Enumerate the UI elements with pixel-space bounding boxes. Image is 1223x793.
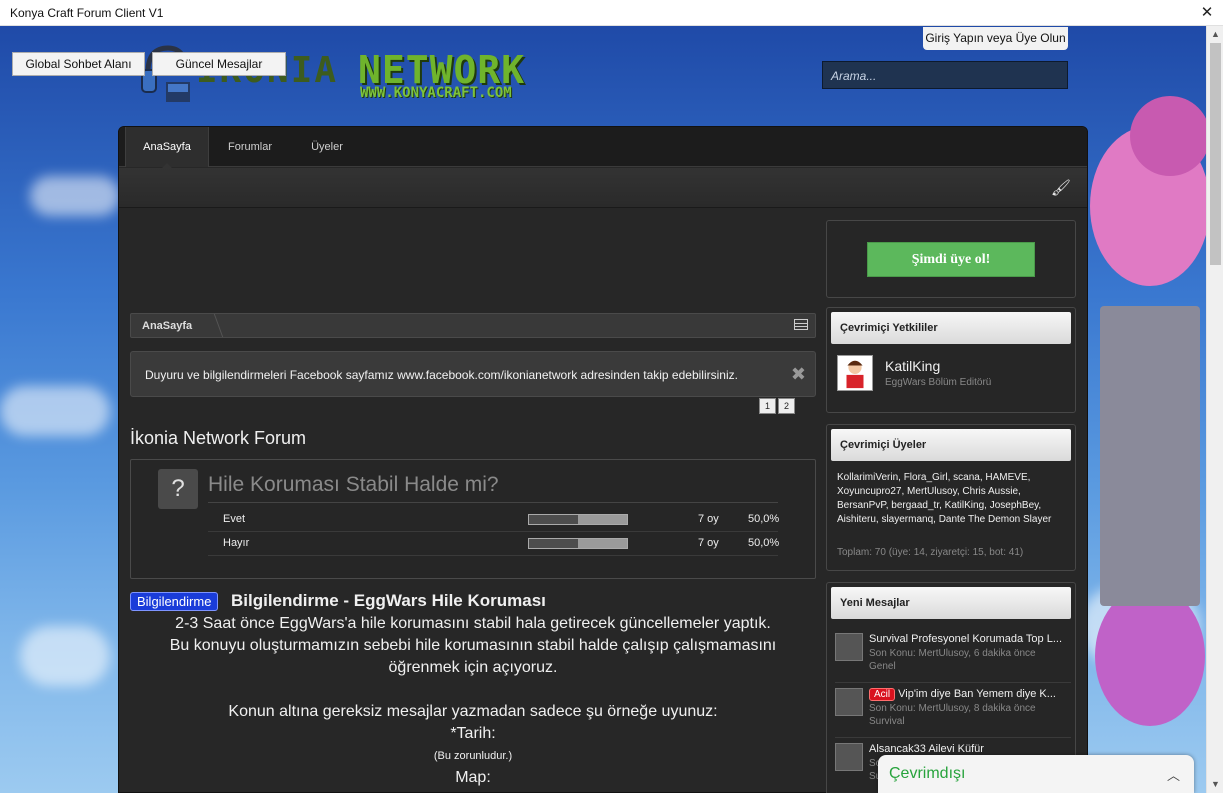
notice-text: Duyuru ve bilgilendirmeleri Facebook say… bbox=[145, 368, 738, 382]
poll-option-label: Evet bbox=[223, 513, 246, 525]
avatar[interactable] bbox=[835, 743, 863, 771]
dismiss-notice-icon[interactable]: ✖ bbox=[791, 364, 806, 385]
post-line: Bu konuyu oluşturmamızın sebebi hile kor… bbox=[169, 637, 777, 654]
online-staff-heading: Çevrimiçi Yetkililer bbox=[831, 312, 1071, 344]
poll-option-percent: 50,0% bbox=[748, 537, 780, 549]
poll-option-label: Hayır bbox=[223, 537, 250, 549]
new-messages-heading: Yeni Mesajlar bbox=[831, 587, 1071, 619]
poll-question: Hile Koruması Stabil Halde mi? bbox=[208, 473, 499, 496]
breadcrumb-separator bbox=[202, 314, 224, 337]
signup-button[interactable]: Şimdi üye ol! bbox=[867, 242, 1035, 277]
post-line: 2-3 Saat önce EggWars'a hile korumasını … bbox=[175, 615, 771, 632]
avatar[interactable] bbox=[837, 355, 873, 391]
login-register-button[interactable]: Giriş Yapın veya Üye Olun bbox=[923, 27, 1068, 50]
post-body: 2-3 Saat önce EggWars'a hile korumasını … bbox=[130, 613, 816, 793]
post-line: (Bu zorunludur.) bbox=[433, 750, 513, 762]
window-title: Konya Craft Forum Client V1 bbox=[10, 6, 164, 20]
scroll-up-icon[interactable]: ▲ bbox=[1207, 26, 1223, 43]
staff-role: EggWars Bölüm Editörü bbox=[885, 377, 992, 388]
post-title: Bilgilendirme - EggWars Hile Koruması bbox=[231, 591, 546, 610]
post-line: öğrenmek için açıyoruz. bbox=[388, 659, 558, 676]
notice-page-1[interactable]: 1 bbox=[759, 398, 776, 414]
poll-result-bar bbox=[528, 538, 628, 549]
forum-container: AnaSayfa Forumlar Üyeler 🖌 AnaSayfa Duyu… bbox=[118, 126, 1088, 793]
poll-option-votes: 7 oy bbox=[698, 537, 719, 549]
vertical-scrollbar[interactable]: ▲ ▼ bbox=[1206, 26, 1223, 793]
poll-option-percent: 50,0% bbox=[748, 513, 780, 525]
tab-members[interactable]: Üyeler bbox=[295, 127, 359, 167]
scroll-thumb[interactable] bbox=[1210, 43, 1221, 265]
title-bar: Konya Craft Forum Client V1 ✕ bbox=[0, 0, 1223, 26]
breadcrumb-home[interactable]: AnaSayfa bbox=[142, 320, 192, 332]
post-line: (Bu zorunlu değildir.) bbox=[130, 789, 816, 793]
style-brush-icon[interactable]: 🖌 bbox=[1051, 178, 1071, 198]
chevron-up-icon[interactable]: ︿ bbox=[1167, 765, 1180, 784]
message-title-text[interactable]: Vip'im diye Ban Yemem diye K... bbox=[898, 688, 1056, 700]
poll-box: ? Hile Koruması Stabil Halde mi? Evet 7 … bbox=[130, 459, 816, 579]
message-title[interactable]: Alsancak33 Ailevi Küfür bbox=[869, 743, 1069, 755]
message-meta: Son Konu: MertUlusoy, 6 dakika önce bbox=[869, 648, 1036, 659]
sub-nav-bar: 🖌 bbox=[119, 168, 1087, 208]
logo-url: WWW.KONYACRAFT.COM bbox=[360, 85, 512, 101]
tab-forums[interactable]: Forumlar bbox=[215, 127, 285, 167]
online-members-heading: Çevrimiçi Üyeler bbox=[831, 429, 1071, 461]
message-meta: Son Konu: MertUlusoy, 8 dakika önce bbox=[869, 703, 1036, 714]
page-title: İkonia Network Forum bbox=[130, 428, 307, 448]
signup-box: Şimdi üye ol! bbox=[826, 220, 1076, 298]
main-nav: AnaSayfa Forumlar Üyeler bbox=[119, 127, 1087, 168]
list-item[interactable]: Acil Vip'im diye Ban Yemem diye K... Son … bbox=[835, 684, 1071, 738]
online-staff-box: Çevrimiçi Yetkililer KatilKing EggWars B… bbox=[826, 307, 1076, 413]
chat-offline-widget[interactable]: Çevrimdışı ︿ bbox=[878, 755, 1194, 793]
message-forum[interactable]: Survival bbox=[869, 716, 905, 727]
tab-home[interactable]: AnaSayfa bbox=[125, 127, 209, 168]
post-line bbox=[130, 679, 816, 701]
message-title[interactable]: Survival Profesyonel Korumada Top L... bbox=[869, 633, 1069, 645]
post-line: *Tarih: bbox=[450, 725, 496, 742]
sitemap-icon[interactable] bbox=[794, 319, 808, 330]
avatar[interactable] bbox=[835, 688, 863, 716]
post-line: Konun altına gereksiz mesajlar yazmadan … bbox=[228, 703, 718, 720]
urgent-badge: Acil bbox=[869, 688, 896, 701]
notice-banner: Duyuru ve bilgilendirmeleri Facebook say… bbox=[130, 351, 816, 397]
poll-option: Evet 7 oy 50,0% bbox=[208, 508, 780, 532]
scroll-down-icon[interactable]: ▼ bbox=[1207, 776, 1223, 793]
poll-option: Hayır 7 oy 50,0% bbox=[208, 532, 780, 556]
online-members-list[interactable]: KollarimiVerin, Flora_Girl, scana, HAMEV… bbox=[837, 471, 1069, 527]
avatar[interactable] bbox=[835, 633, 863, 661]
poll-result-bar bbox=[528, 514, 628, 525]
global-chat-button[interactable]: Global Sohbet Alanı bbox=[12, 52, 145, 76]
message-forum[interactable]: Genel bbox=[869, 661, 896, 672]
close-icon[interactable]: ✕ bbox=[1199, 3, 1215, 21]
post-line: Map: bbox=[455, 769, 491, 786]
search-input[interactable]: Arama... bbox=[822, 61, 1068, 89]
post-prefix-badge[interactable]: Bilgilendirme bbox=[130, 592, 219, 611]
recent-messages-button[interactable]: Güncel Mesajlar bbox=[152, 52, 286, 76]
staff-name[interactable]: KatilKing bbox=[885, 358, 940, 374]
question-icon: ? bbox=[158, 469, 198, 509]
message-title[interactable]: Acil Vip'im diye Ban Yemem diye K... bbox=[869, 688, 1069, 701]
chat-status: Çevrimdışı bbox=[889, 765, 966, 782]
breadcrumb: AnaSayfa bbox=[130, 313, 816, 338]
poll-option-votes: 7 oy bbox=[698, 513, 719, 525]
online-members-box: Çevrimiçi Üyeler KollarimiVerin, Flora_G… bbox=[826, 424, 1076, 571]
notice-page-2[interactable]: 2 bbox=[778, 398, 795, 414]
online-total: Toplam: 70 (üye: 14, ziyaretçi: 15, bot:… bbox=[837, 547, 1024, 558]
list-item[interactable]: Survival Profesyonel Korumada Top L... S… bbox=[835, 629, 1071, 683]
